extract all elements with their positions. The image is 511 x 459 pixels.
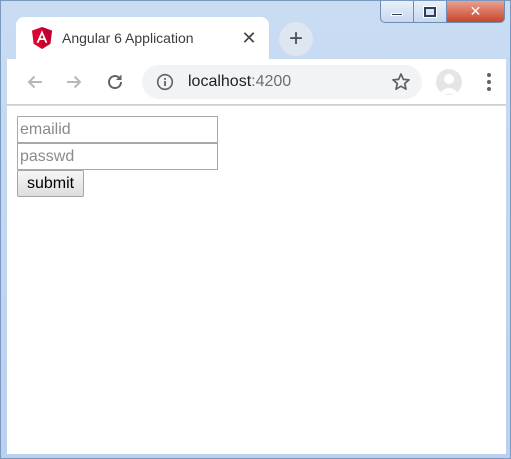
menu-dot — [487, 80, 491, 84]
close-window-button[interactable]: ✕ — [447, 1, 505, 23]
new-tab-button[interactable]: + — [279, 22, 313, 56]
close-window-icon: ✕ — [469, 3, 482, 19]
plus-icon: + — [288, 25, 303, 52]
browser-window: ✕ Angular 6 Application ✕ + localhost:42… — [0, 0, 511, 459]
url-text: localhost:4200 — [188, 73, 291, 91]
tab-title: Angular 6 Application — [62, 30, 194, 46]
email-input[interactable] — [17, 116, 218, 143]
page-viewport: submit — [7, 106, 506, 454]
reload-icon[interactable] — [103, 70, 127, 94]
url-host: localhost — [188, 73, 252, 90]
browser-tab[interactable]: Angular 6 Application ✕ — [16, 17, 269, 59]
url-port: :4200 — [251, 73, 292, 90]
avatar-icon[interactable] — [436, 69, 462, 95]
star-icon[interactable] — [389, 70, 413, 94]
address-bar[interactable]: localhost:4200 — [142, 65, 422, 99]
window-controls: ✕ — [380, 1, 505, 25]
browser-toolbar: localhost:4200 — [7, 59, 506, 105]
menu-dot — [487, 73, 491, 77]
tab-close-icon[interactable]: ✕ — [239, 28, 259, 48]
angular-logo-icon — [32, 27, 52, 49]
menu-dot — [487, 87, 491, 91]
login-form: submit — [17, 116, 218, 197]
password-input[interactable] — [17, 143, 218, 170]
submit-button[interactable]: submit — [17, 170, 85, 197]
maximize-icon — [424, 6, 436, 17]
maximize-button[interactable] — [414, 1, 447, 23]
minimize-icon — [391, 13, 403, 16]
kebab-menu-icon[interactable] — [481, 70, 497, 94]
info-icon[interactable] — [156, 73, 174, 91]
forward-arrow-icon[interactable] — [62, 70, 86, 94]
minimize-button[interactable] — [380, 1, 414, 23]
back-arrow-icon[interactable] — [23, 70, 47, 94]
